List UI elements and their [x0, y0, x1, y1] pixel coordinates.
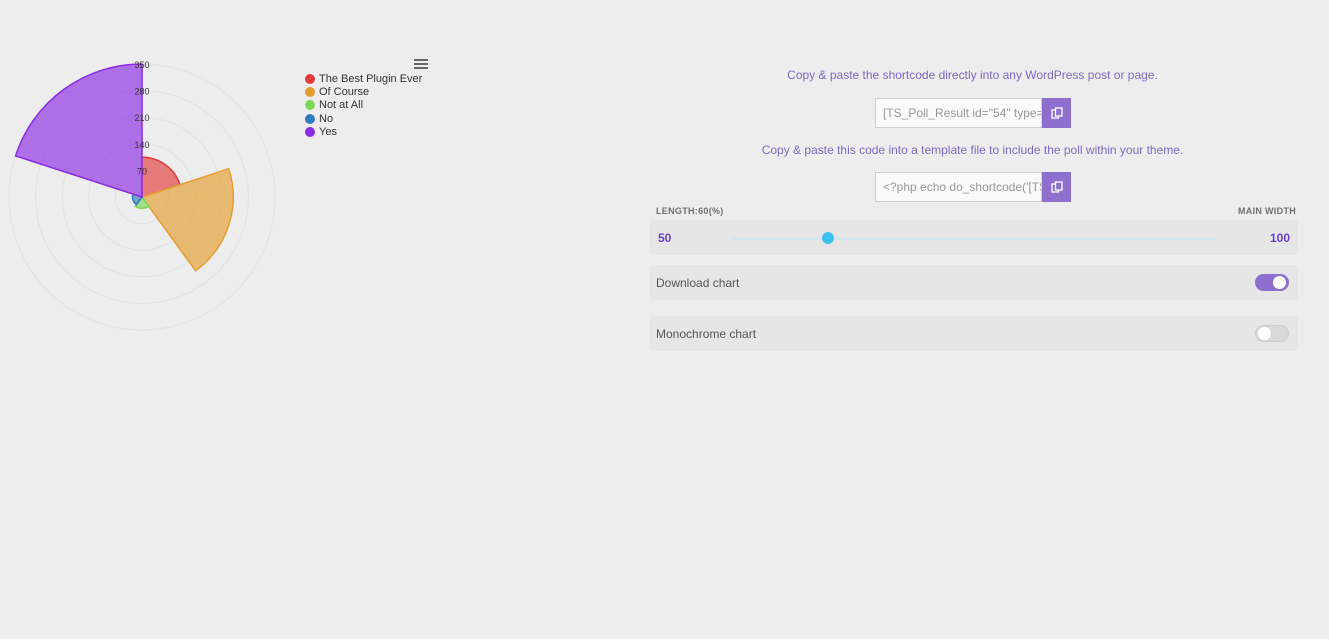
- legend-label: The Best Plugin Ever: [319, 72, 423, 85]
- download-chart-row: Download chart: [650, 265, 1298, 300]
- legend-item[interactable]: No: [305, 112, 422, 125]
- radial-tick-label: 280: [134, 87, 149, 97]
- legend-item[interactable]: Not at All: [305, 99, 422, 112]
- monochrome-chart-toggle[interactable]: [1255, 325, 1289, 342]
- polar-chart: 70 140 210 280 350 The Best Plugin Ever Of Co…: [0, 0, 440, 360]
- legend-label: Not at All: [319, 99, 364, 112]
- monochrome-chart-label: Monochrome chart: [656, 327, 757, 341]
- download-chart-toggle[interactable]: [1255, 274, 1289, 291]
- shortcode-copy-button[interactable]: [1042, 98, 1071, 128]
- shortcode-instruction: Copy & paste the shortcode directly into…: [787, 68, 1158, 82]
- copy-icon: [1050, 107, 1063, 119]
- legend-label: Of Course: [319, 85, 370, 98]
- legend-item[interactable]: Yes: [305, 125, 422, 138]
- template-instruction: Copy & paste this code into a template f…: [761, 143, 1184, 157]
- length-slider-box: 50 100: [650, 220, 1298, 255]
- legend-marker: [305, 113, 315, 124]
- shortcode-input[interactable]: [875, 98, 1042, 128]
- shortcode-copy-group: [875, 98, 1071, 128]
- radial-tick-label: 70: [137, 166, 147, 176]
- legend-marker: [305, 73, 315, 84]
- template-copy-group: [875, 172, 1071, 202]
- legend-marker: [305, 126, 315, 137]
- polar-chart-svg: 70 140 210 280 350: [8, 60, 276, 331]
- download-chart-label: Download chart: [656, 276, 740, 290]
- template-copy-button[interactable]: [1042, 172, 1071, 202]
- monochrome-chart-row: Monochrome chart: [650, 316, 1298, 351]
- chart-legend: The Best Plugin Ever Of Course Not at All N…: [305, 72, 422, 138]
- main-width-label: MAIN WIDTH: [1238, 206, 1296, 216]
- length-slider-track[interactable]: [731, 232, 1216, 244]
- length-slider-thumb[interactable]: [822, 232, 834, 244]
- radial-tick-label: 210: [134, 113, 149, 123]
- legend-marker: [305, 100, 315, 111]
- slider-max-value: 100: [1269, 231, 1290, 245]
- legend-label: Yes: [319, 125, 337, 138]
- legend-marker: [305, 86, 315, 97]
- radial-tick-label: 350: [134, 60, 149, 70]
- legend-label: No: [319, 112, 334, 125]
- hamburger-menu-icon[interactable]: [414, 59, 428, 71]
- template-code-input[interactable]: [875, 172, 1042, 202]
- polar-slice[interactable]: [14, 63, 143, 199]
- length-label: LENGTH:60(%): [656, 206, 724, 216]
- radial-tick-label: 140: [134, 140, 149, 150]
- slider-min-value: 50: [658, 231, 672, 245]
- copy-icon: [1050, 181, 1063, 193]
- legend-item[interactable]: The Best Plugin Ever: [305, 72, 422, 85]
- legend-item[interactable]: Of Course: [305, 85, 422, 98]
